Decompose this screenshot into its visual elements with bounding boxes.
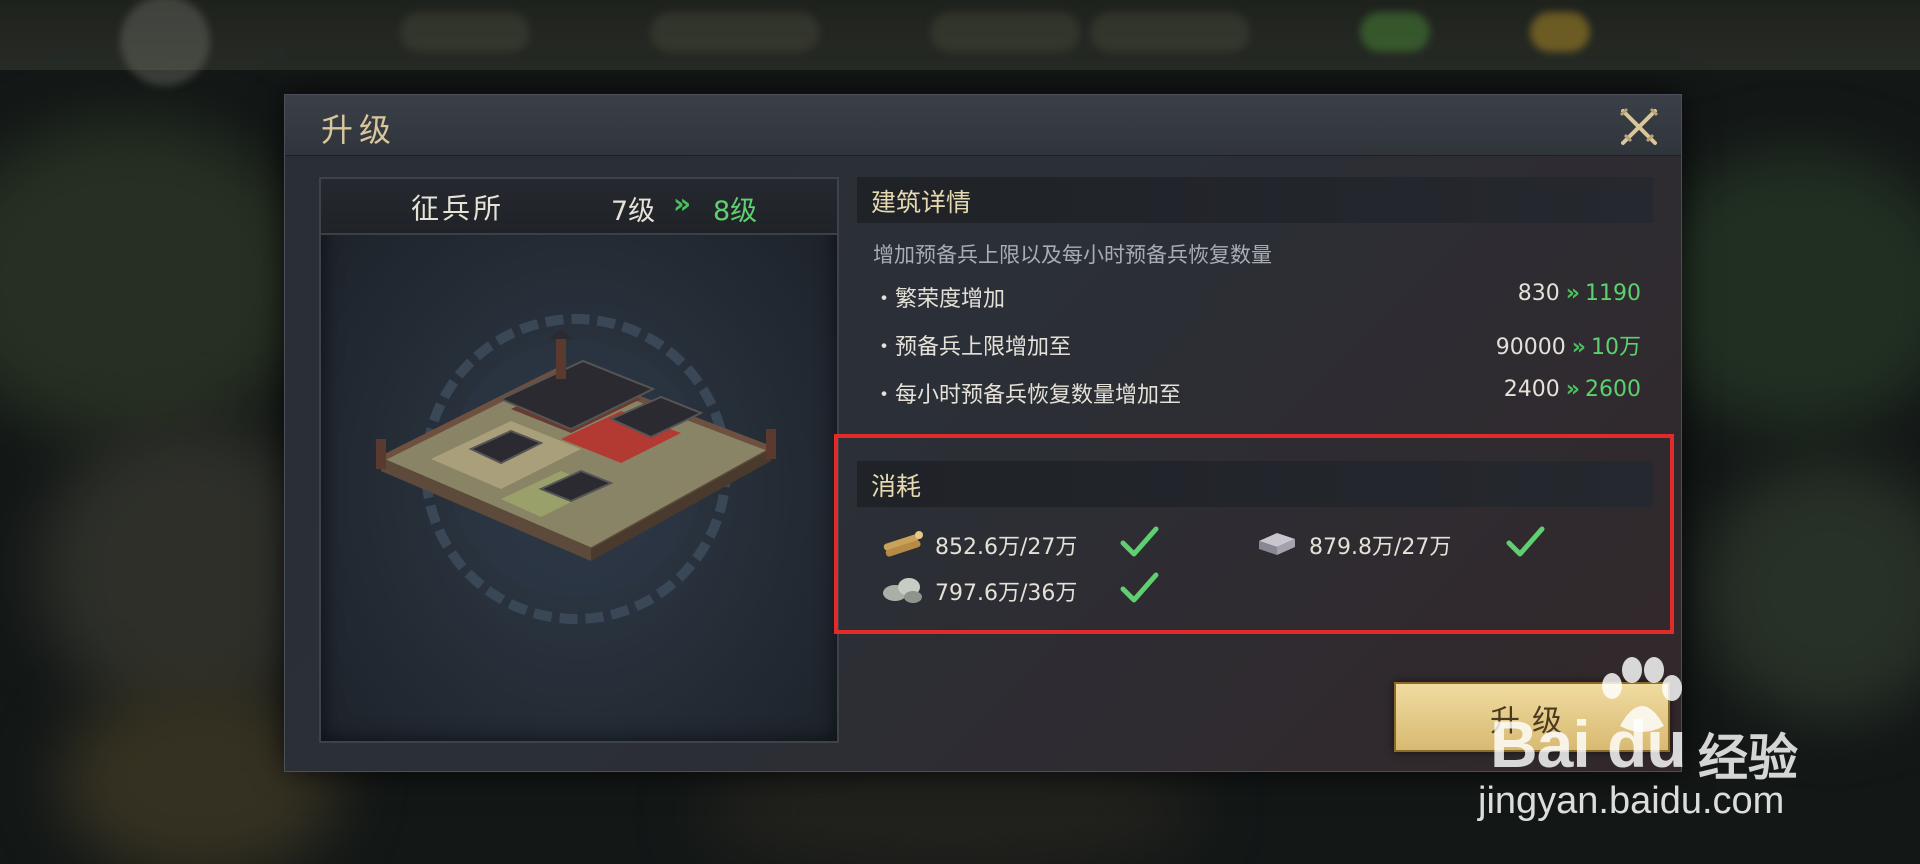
stat-to: 10万 [1591,335,1641,360]
building-header: 征兵所 7级 » 8级 [321,179,837,235]
stat-row-reserve-cap: ・预备兵上限增加至 90000» 10万 [873,329,1641,363]
building-details-title: 建筑详情 [871,188,972,217]
close-button[interactable] [1617,105,1661,149]
next-level: 8级 [713,196,758,227]
stat-arrow-icon: » [1565,377,1580,402]
dialog-title: 升级 [321,111,398,149]
stat-from: 830 [1517,281,1560,306]
level-arrow-icon: » [673,187,691,220]
dialog-header: 升级 [285,95,1681,156]
barracks-building-image [376,314,776,624]
stat-from: 90000 [1495,335,1566,360]
stat-value: 90000» 10万 [1496,329,1641,361]
stat-label: ・预备兵上限增加至 [873,335,1072,360]
stat-value: 830» 1190 [1518,281,1641,306]
stat-from: 2400 [1503,377,1560,402]
stat-label: ・繁荣度增加 [873,287,1006,312]
stat-row-prosperity: ・繁荣度增加 830» 1190 [873,281,1641,315]
upgrade-button[interactable]: 升级 [1394,682,1670,752]
cost-highlight-box [834,434,1674,634]
building-description: 增加预备兵上限以及每小时预备兵恢复数量 [873,243,1272,267]
crossed-swords-close-icon [1619,107,1659,145]
upgrade-dialog: 升级 征兵所 7级 » 8级 建筑详情 增加预备兵上限以及每小时预备兵恢复数量 … [284,94,1682,772]
building-name: 征兵所 [411,192,505,225]
stat-value: 2400» 2600 [1504,377,1641,402]
stat-to: 2600 [1585,377,1641,402]
building-preview-panel: 征兵所 7级 » 8级 [319,177,839,743]
current-level: 7级 [611,196,656,227]
stat-arrow-icon: » [1565,281,1580,306]
stat-row-reserve-recovery: ・每小时预备兵恢复数量增加至 2400» 2600 [873,377,1641,411]
stat-to: 1190 [1585,281,1641,306]
upgrade-button-label: 升级 [1490,704,1574,739]
stat-label: ・每小时预备兵恢复数量增加至 [873,383,1182,408]
top-resource-bar [0,0,1920,86]
building-details-header: 建筑详情 [857,177,1653,223]
stat-arrow-icon: » [1571,335,1586,360]
